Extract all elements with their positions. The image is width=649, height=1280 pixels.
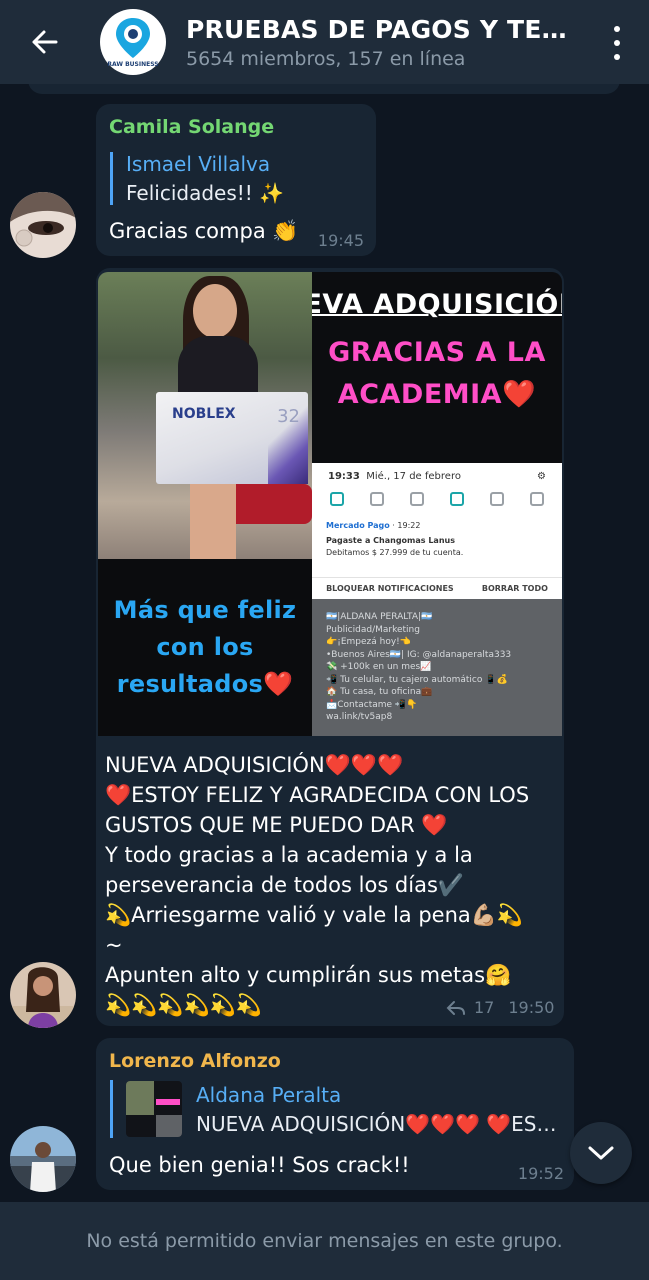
headline-subtitle: GRACIAS A LA ACADEMIA❤️ — [328, 337, 546, 410]
location-pin-logo-icon — [116, 18, 150, 58]
phone-notification-screenshot: 19:33 Mié., 17 de febrero ⚙ Mercado Pago… — [312, 463, 562, 599]
forward-arrow-icon[interactable] — [446, 1000, 466, 1016]
chat-header: RAW BUSINESS PRUEBAS DE PAGOS Y TE… 5654… — [0, 0, 649, 84]
quote-text: Felicidades!! ✨ — [126, 181, 285, 205]
posting-restricted-notice: No está permitido enviar mensajes en est… — [86, 1230, 563, 1252]
message-meta: 17 19:50 — [446, 998, 554, 1017]
image-caption-block: Más que feliz con los resultados❤️ — [98, 559, 312, 736]
phone-date: Mié., 17 de febrero — [366, 471, 461, 482]
sender-name[interactable]: Camila Solange — [109, 116, 274, 138]
tv-brand: NOBLEX — [172, 406, 236, 422]
message-time: 19:45 — [317, 231, 364, 250]
back-button[interactable] — [0, 0, 88, 84]
avatar-aldana-peralta[interactable] — [10, 962, 76, 1028]
profile-bio: 🇦🇷|ALDANA PERALTA|🇦🇷 Publicidad/Marketin… — [326, 612, 512, 722]
message-bubble[interactable]: Camila Solange Ismael Villalva Felicidad… — [96, 104, 376, 256]
back-arrow-icon — [32, 30, 58, 54]
notif-body: Debitamos $ 27.999 de tu cuenta. — [326, 548, 464, 557]
scroll-to-bottom-button[interactable] — [570, 1122, 632, 1184]
group-avatar[interactable]: RAW BUSINESS — [100, 9, 166, 75]
message-time: 19:52 — [517, 1164, 564, 1183]
quote-bar — [110, 1080, 113, 1138]
message-text: Gracias compa 👏 — [109, 219, 299, 243]
message-text: Que bien genia!! Sos crack!! — [109, 1153, 410, 1177]
input-disabled-bar: No está permitido enviar mensajes en est… — [0, 1202, 649, 1280]
chat-title-area[interactable]: PRUEBAS DE PAGOS Y TE… 5654 miembros, 15… — [186, 15, 567, 70]
sender-name[interactable]: Lorenzo Alfonzo — [109, 1050, 281, 1072]
notif-app: Mercado Pago — [326, 521, 390, 530]
quote-thumbnail — [126, 1081, 182, 1137]
notif-clear-label: BORRAR TODO — [481, 584, 548, 593]
avatar-caption: RAW BUSINESS — [107, 61, 159, 68]
chat-member-count: 5654 miembros, 157 en línea — [186, 47, 466, 70]
quote-author: Ismael Villalva — [126, 152, 271, 176]
photo-woman-with-tv: NOBLEX 32 — [98, 272, 312, 559]
tv-box: NOBLEX 32 — [156, 392, 308, 484]
settings-gear-icon: ⚙ — [537, 471, 546, 482]
message-bubble[interactable]: Lorenzo Alfonzo Aldana Peralta NUEVA ADQ… — [96, 1038, 574, 1190]
message-time: 19:50 — [508, 998, 555, 1017]
tv-size: 32 — [277, 406, 300, 427]
phone-notification: Mercado Pago · 19:22 Pagaste a Changomas… — [326, 520, 548, 559]
image-caption: Más que feliz con los resultados❤️ — [113, 596, 297, 698]
avatar-lorenzo-alfonzo[interactable] — [10, 1126, 76, 1192]
notif-block-label: BLOQUEAR NOTIFICACIONES — [326, 584, 454, 593]
quote-text: NUEVA ADQUISICIÓN❤️❤️❤️ ❤️ES… — [196, 1112, 557, 1136]
quote-author: Aldana Peralta — [196, 1083, 342, 1107]
avatar-eye-photo-icon — [10, 192, 76, 258]
reply-quote[interactable]: Ismael Villalva Felicidades!! ✨ — [110, 152, 284, 205]
chat-title: PRUEBAS DE PAGOS Y TE… — [186, 14, 567, 44]
message-text: NUEVA ADQUISICIÓN❤️❤️❤️ ❤️ESTOY FELIZ Y … — [105, 753, 530, 1017]
more-options-icon[interactable] — [607, 26, 627, 60]
avatar-camila-solange[interactable] — [10, 192, 76, 258]
forward-count: 17 — [474, 998, 495, 1017]
phone-clock: 19:33 — [328, 471, 360, 482]
avatar-woman-photo-icon — [10, 962, 76, 1028]
avatar-man-photo-icon — [10, 1126, 76, 1192]
quick-settings-icons — [312, 482, 562, 506]
chevron-down-icon — [588, 1146, 614, 1160]
reply-quote[interactable]: Aldana Peralta NUEVA ADQUISICIÓN❤️❤️❤️ ❤… — [196, 1083, 564, 1136]
notif-title: Pagaste a Changomas Lanus — [326, 536, 455, 545]
